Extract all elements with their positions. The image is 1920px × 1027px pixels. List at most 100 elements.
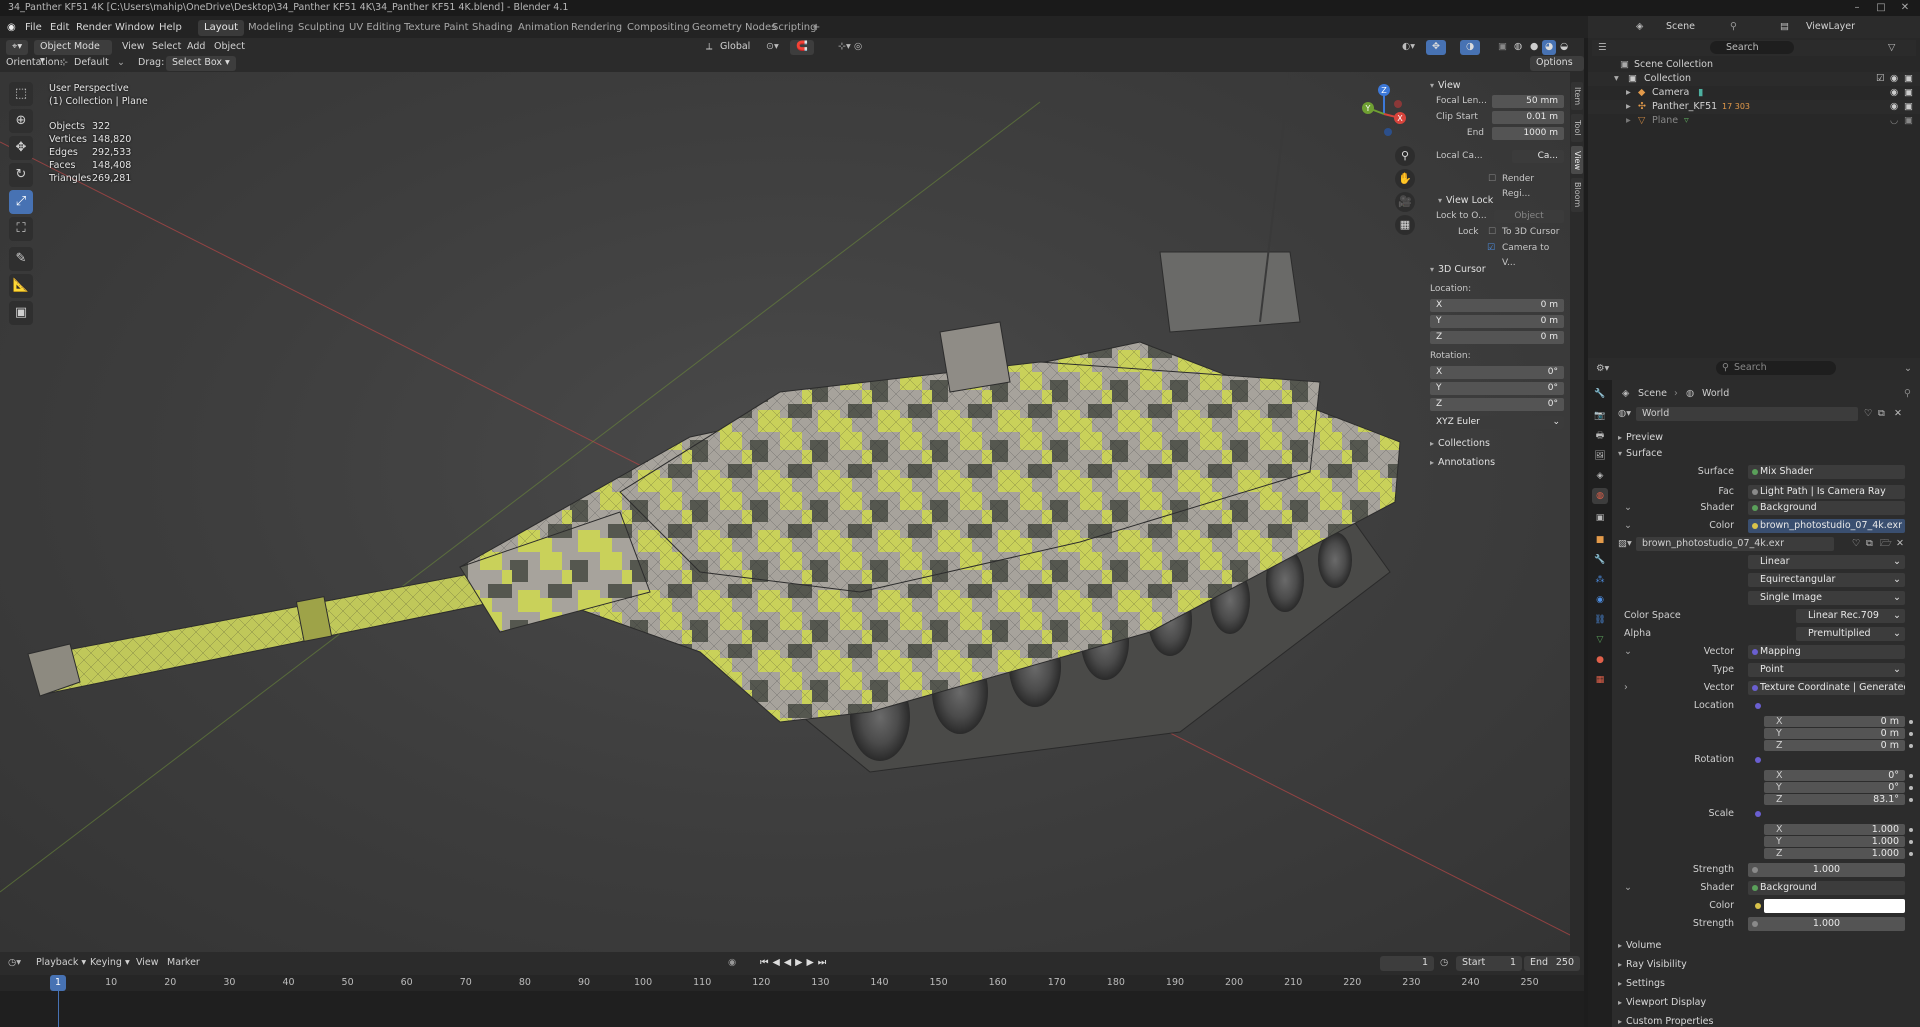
cursor-rot-z-field[interactable]: Z 0°: [1430, 398, 1564, 411]
source-select[interactable]: Single Image ⌄: [1748, 591, 1905, 605]
chevron-down-icon[interactable]: ▾: [1614, 72, 1619, 86]
scale-tool-icon[interactable]: ⤢: [9, 190, 33, 214]
object-tab-icon[interactable]: ■: [1592, 532, 1608, 548]
eye-icon[interactable]: ◉: [1890, 72, 1898, 86]
marker-menu[interactable]: Marker: [167, 956, 200, 970]
overlay-toggle-icon[interactable]: ◑: [1460, 40, 1481, 55]
fake-user-icon[interactable]: ♡: [1864, 406, 1873, 422]
rotation-mode-select[interactable]: XYZ Euler ⌄: [1430, 416, 1564, 429]
checkbox-checked-icon[interactable]: ☑: [1487, 241, 1495, 256]
menu-render[interactable]: Render: [76, 20, 112, 35]
view-layer-selector[interactable]: ViewLayer: [1806, 20, 1855, 34]
strength2-field[interactable]: 1.000: [1748, 917, 1905, 931]
menu-help[interactable]: Help: [159, 20, 182, 35]
options-button[interactable]: Options ▾: [1530, 56, 1584, 82]
fac-field[interactable]: Light Path | Is Camera Ray: [1748, 485, 1905, 499]
eye-closed-icon[interactable]: ◡: [1890, 114, 1898, 128]
cursor-loc-y-field[interactable]: Y 0 m: [1430, 315, 1564, 328]
outliner-row-panther[interactable]: ▸ ✣ Panther_KF51 17 303 ◉ ▣: [1588, 100, 1920, 114]
end-frame-field[interactable]: End 250: [1524, 956, 1580, 971]
cursor-tool-icon[interactable]: ⊕: [9, 109, 33, 133]
3d-viewport[interactable]: User Perspective (1) Collection | Plane …: [0, 72, 1584, 952]
menu-view[interactable]: View: [122, 40, 145, 54]
clip-end-field[interactable]: 1000 m: [1492, 127, 1564, 140]
output-tab-icon[interactable]: 🖶: [1592, 428, 1608, 444]
camera-render-icon[interactable]: ▣: [1904, 100, 1913, 114]
lock-object-field[interactable]: Object: [1494, 210, 1564, 223]
ortho-grid-icon[interactable]: ▦: [1395, 215, 1415, 235]
chevron-right-icon[interactable]: ›: [1624, 680, 1628, 696]
section-volume[interactable]: ▸ Volume: [1618, 938, 1661, 954]
scene-tab-icon[interactable]: ◈: [1592, 468, 1608, 484]
surface-section[interactable]: ▾ Surface: [1618, 446, 1662, 462]
keyframe-dot-icon[interactable]: [1909, 798, 1913, 802]
data-tab-icon[interactable]: ▽: [1592, 632, 1608, 648]
location-z-field[interactable]: Z 0 m: [1764, 740, 1905, 751]
scale-x-field[interactable]: X 1.000: [1764, 824, 1905, 835]
mapping-type-select[interactable]: Point ⌄: [1748, 663, 1905, 677]
record-icon[interactable]: ◉: [728, 956, 736, 970]
physics-tab-icon[interactable]: ◉: [1592, 592, 1608, 608]
workspace-tab-texture-paint[interactable]: Texture Paint: [398, 20, 475, 36]
color2-swatch[interactable]: [1764, 899, 1905, 913]
measure-tool-icon[interactable]: 📐: [9, 274, 33, 298]
rotation-y-field[interactable]: Y 0°: [1764, 782, 1905, 793]
pivot-icon[interactable]: ⊙▾: [766, 40, 779, 54]
tab-bloom[interactable]: Bloom: [1571, 178, 1583, 212]
timeline-view-menu[interactable]: View: [136, 956, 159, 970]
scale-y-field[interactable]: Y 1.000: [1764, 836, 1905, 847]
select-box-tool-icon[interactable]: ⬚: [9, 82, 33, 106]
timeline-area[interactable]: 1 10 20 30 40 50 60 70 80 90 100 110 120 130 140 150 160…: [0, 975, 1584, 1027]
pan-hand-icon[interactable]: ✋: [1395, 169, 1415, 189]
shader1-field[interactable]: Background: [1748, 501, 1905, 515]
menu-select[interactable]: Select: [152, 40, 181, 54]
close-button[interactable]: ✕: [1890, 0, 1920, 16]
rotation-x-field[interactable]: X 0°: [1764, 770, 1905, 781]
shading-rendered-icon[interactable]: ◒: [1560, 40, 1568, 54]
material-tab-icon[interactable]: ●: [1592, 652, 1608, 668]
tab-item[interactable]: Item: [1571, 82, 1583, 110]
cursor-loc-x-field[interactable]: X 0 m: [1430, 299, 1564, 312]
alpha-select[interactable]: Premultiplied ⌄: [1796, 627, 1905, 641]
workspace-tab-shading[interactable]: Shading: [466, 20, 519, 36]
mode-selector[interactable]: Object Mode ▾: [34, 40, 112, 66]
interpolation-select[interactable]: Linear ⌄: [1748, 555, 1905, 569]
annotate-tool-icon[interactable]: ✎: [9, 247, 33, 271]
section-ray-visibility[interactable]: ▸ Ray Visibility: [1618, 957, 1687, 973]
workspace-tab-rendering[interactable]: Rendering: [565, 20, 628, 36]
chevron-down-icon[interactable]: ⌄: [1624, 518, 1632, 534]
pin-icon[interactable]: ⚲: [1904, 386, 1911, 402]
vector1-field[interactable]: Mapping: [1748, 645, 1905, 659]
menu-add[interactable]: Add: [187, 40, 205, 54]
chevron-down-icon[interactable]: ⌄: [1624, 500, 1632, 516]
location-y-field[interactable]: Y 0 m: [1764, 728, 1905, 739]
keyframe-dot-icon[interactable]: [1909, 720, 1913, 724]
workspace-tab-layout[interactable]: Layout: [198, 20, 244, 36]
menu-file[interactable]: File: [25, 20, 42, 35]
shader2-field[interactable]: Background: [1748, 881, 1905, 895]
constraints-tab-icon[interactable]: ⛓: [1592, 612, 1608, 628]
eye-icon[interactable]: ◉: [1890, 86, 1898, 100]
open-folder-icon[interactable]: 🗁: [1880, 536, 1892, 552]
tab-tool[interactable]: Tool: [1571, 114, 1583, 142]
add-cube-tool-icon[interactable]: ▣: [9, 301, 33, 325]
section-viewport-display[interactable]: ▸ Viewport Display: [1618, 995, 1706, 1011]
add-workspace-button[interactable]: +: [812, 20, 820, 35]
cursor-loc-z-field[interactable]: Z 0 m: [1430, 331, 1564, 344]
snap-toggle-icon[interactable]: 🧲: [790, 40, 814, 55]
view-layer-tab-icon[interactable]: 🖼: [1592, 448, 1608, 464]
timeline-editor-icon[interactable]: ◷▾: [8, 956, 21, 970]
start-frame-field[interactable]: Start 1: [1456, 956, 1522, 971]
chevron-right-icon[interactable]: ▸: [1626, 114, 1631, 128]
vector2-field[interactable]: Texture Coordinate | Generated: [1748, 681, 1905, 695]
shading-solid-icon[interactable]: ●: [1530, 40, 1538, 54]
transform-tool-icon[interactable]: ⛶: [9, 217, 33, 241]
render-tab-icon[interactable]: 📷: [1592, 408, 1608, 424]
unlink-icon[interactable]: ✕: [1896, 536, 1904, 552]
texture-tab-icon[interactable]: ▦: [1592, 672, 1608, 688]
checkbox-icon[interactable]: ☐: [1488, 172, 1496, 187]
shading-material-icon[interactable]: ◕: [1542, 40, 1557, 55]
rotation-z-field[interactable]: Z 83.1°: [1764, 794, 1905, 805]
cursor-rot-y-field[interactable]: Y 0°: [1430, 382, 1564, 395]
camera-render-icon[interactable]: ▣: [1904, 72, 1913, 86]
